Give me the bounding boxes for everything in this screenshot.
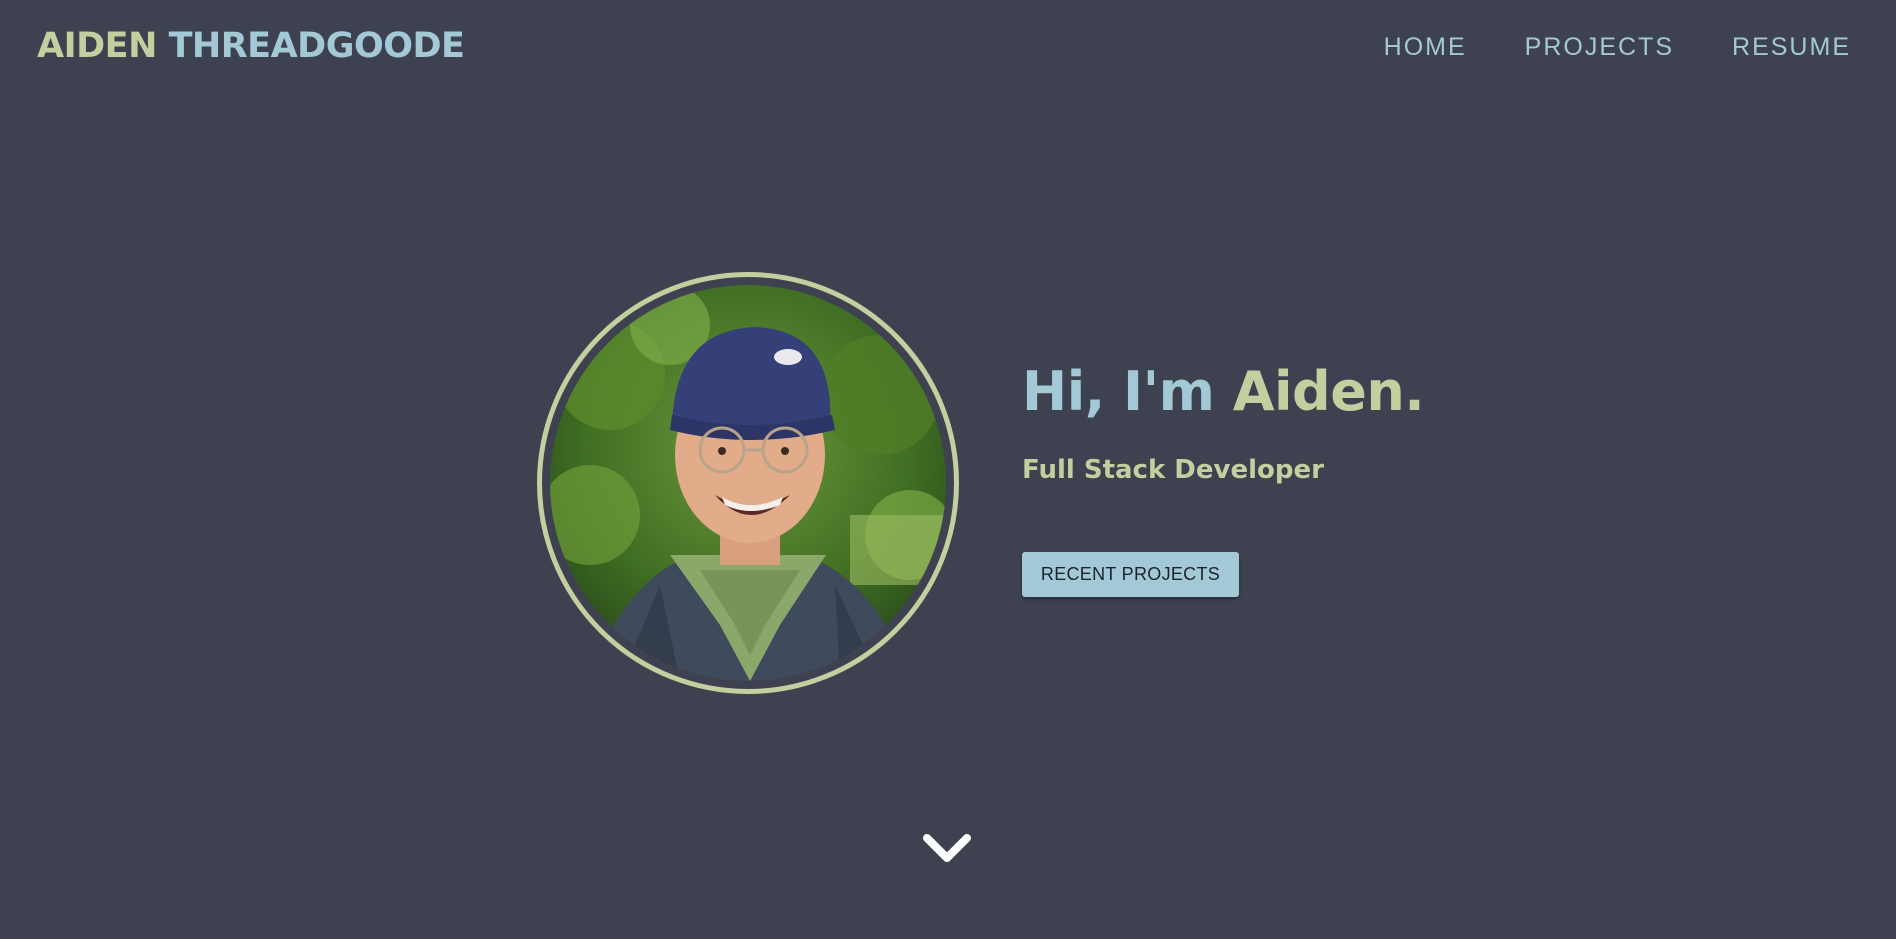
site-header: AIDEN THREADGOODE HOME PROJECTS RESUME [0,0,1896,98]
greeting-name: Aiden. [1232,360,1425,423]
nav-home-link[interactable]: HOME [1384,33,1467,62]
brand-first-name: AIDEN [37,26,157,66]
avatar-ring [537,272,959,694]
brand-logo[interactable]: AIDEN THREADGOODE [37,26,465,66]
hero-role: Full Stack Developer [1022,455,1324,485]
recent-projects-button[interactable]: RECENT PROJECTS [1022,552,1239,597]
nav-resume-link[interactable]: RESUME [1732,33,1851,62]
main-nav: HOME PROJECTS RESUME [1384,33,1851,62]
chevron-down-icon[interactable] [922,830,972,870]
avatar-photo [550,285,946,681]
hero-greeting: Hi, I'm Aiden. [1022,360,1425,423]
greeting-hi: Hi, I'm [1022,360,1215,423]
page: AIDEN THREADGOODE HOME PROJECTS RESUME H… [0,0,1896,939]
brand-last-name: THREADGOODE [168,26,465,66]
nav-projects-link[interactable]: PROJECTS [1525,33,1674,62]
avatar-illustration [550,285,946,681]
hero-text: Hi, I'm Aiden. Full Stack Developer [1022,360,1425,485]
